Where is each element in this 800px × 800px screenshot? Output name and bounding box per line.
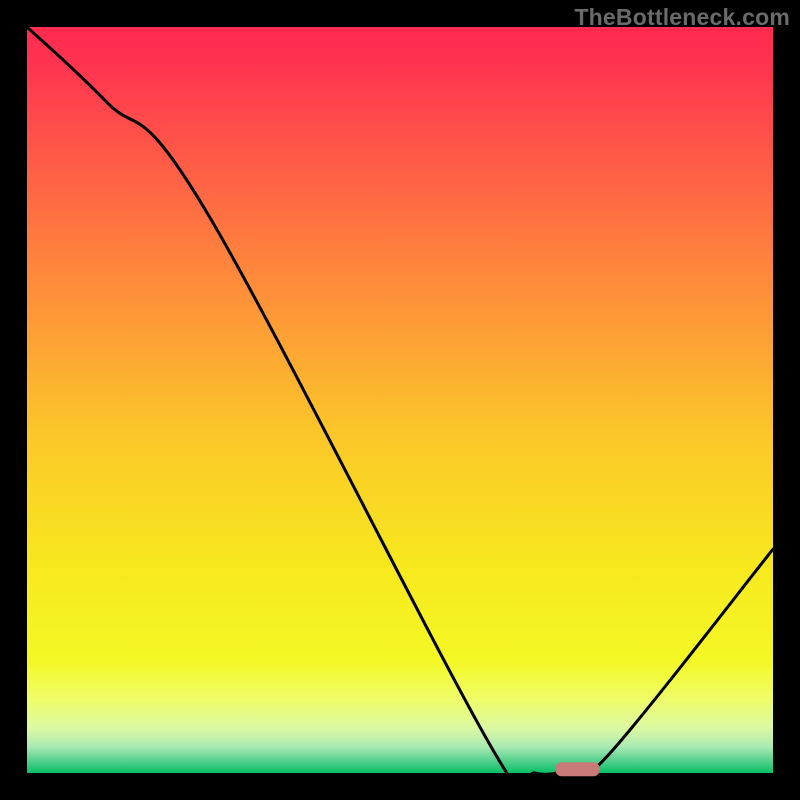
bottleneck-chart	[0, 0, 800, 800]
chart-background-gradient	[27, 27, 773, 773]
chart-container: TheBottleneck.com	[0, 0, 800, 800]
watermark-label: TheBottleneck.com	[574, 4, 790, 31]
chart-marker	[556, 762, 600, 776]
